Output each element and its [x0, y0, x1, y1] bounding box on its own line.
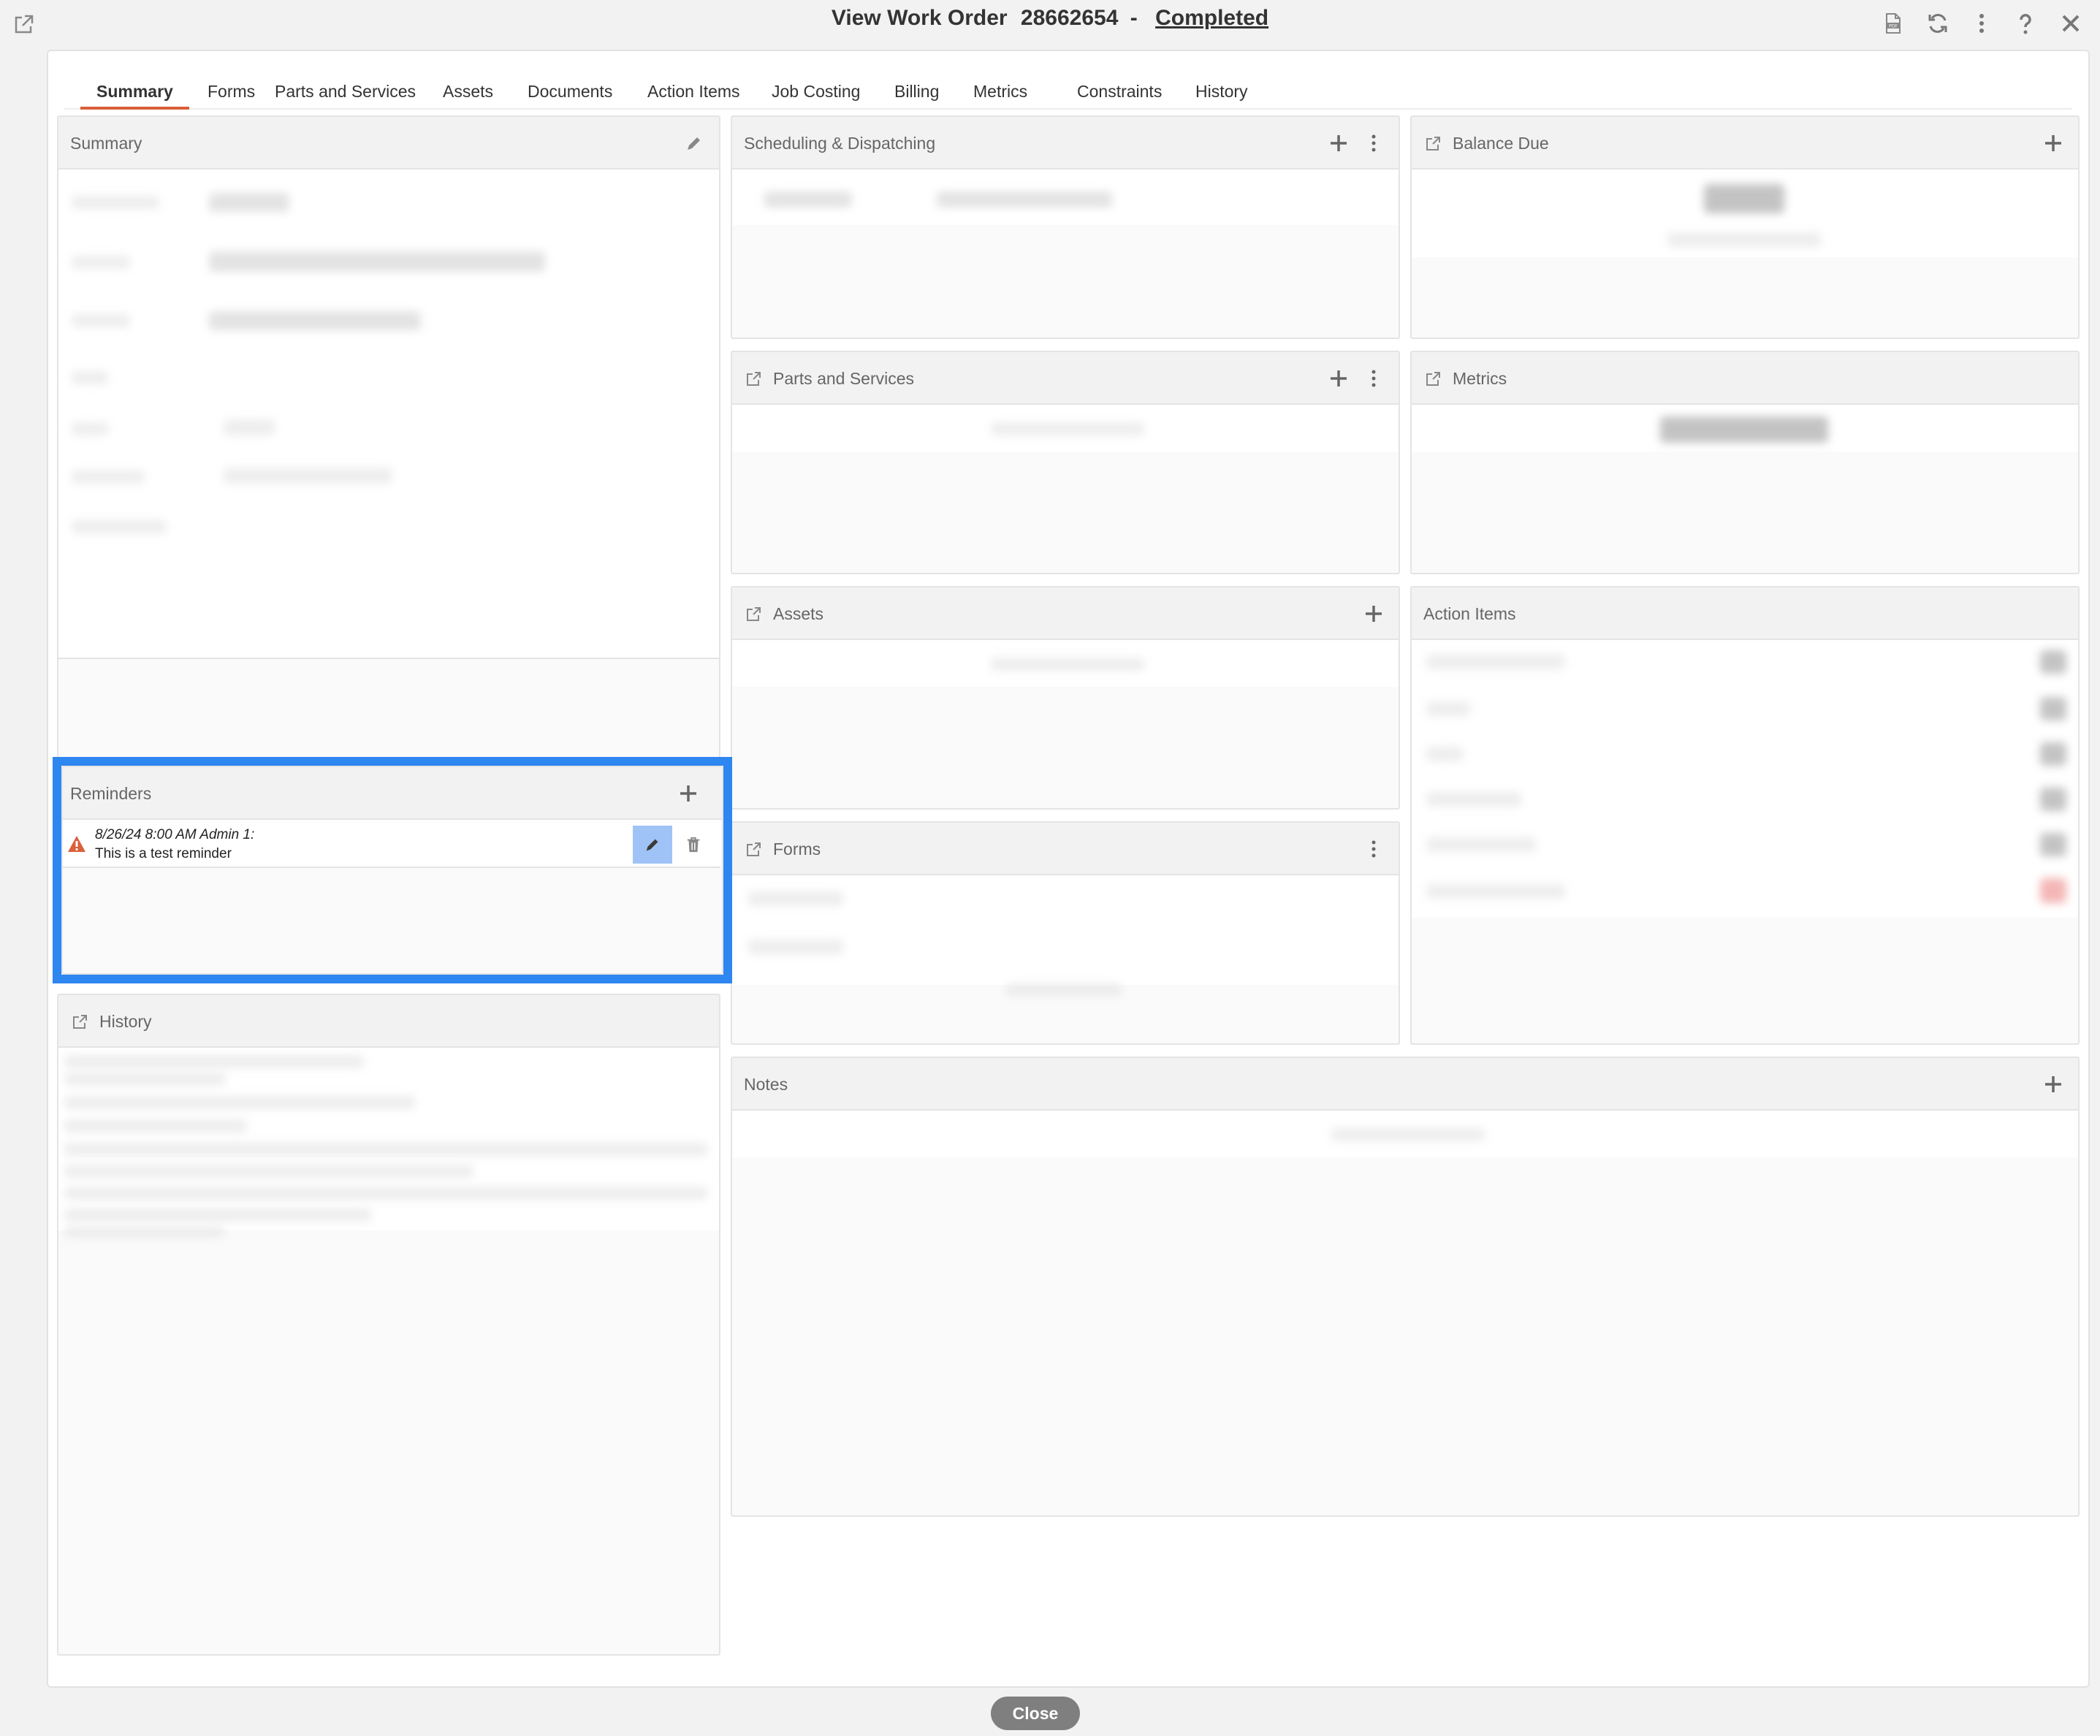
summary-panel: Summary — [57, 115, 720, 758]
order-number: 28662654 — [1020, 6, 1119, 30]
action-items-panel: Action Items — [1410, 586, 2080, 1045]
more-options-icon[interactable] — [1361, 365, 1387, 392]
tab-constraints[interactable]: Constraints — [1077, 67, 1162, 110]
add-icon[interactable] — [1361, 601, 1387, 627]
reminders-highlight-box — [53, 757, 732, 983]
scheduling-panel: Scheduling & Dispatching — [731, 115, 1400, 339]
close-icon[interactable] — [2058, 10, 2084, 37]
scheduling-row — [732, 170, 1399, 225]
pencil-icon[interactable] — [681, 130, 707, 156]
refresh-icon[interactable] — [1925, 10, 1951, 37]
scheduling-panel-title: Scheduling & Dispatching — [744, 134, 936, 153]
parts-services-panel-title: Parts and Services — [773, 369, 915, 388]
tab-forms[interactable]: Forms — [208, 67, 255, 110]
parts-services-panel: Parts and Services — [731, 351, 1400, 574]
order-status-link[interactable]: Completed — [1155, 6, 1268, 30]
tab-history[interactable]: History — [1195, 67, 1248, 110]
assets-panel: Assets — [731, 586, 1400, 810]
history-entries — [58, 1048, 719, 1238]
popout-icon[interactable] — [1425, 136, 1441, 152]
action-items-panel-title: Action Items — [1423, 604, 1516, 623]
add-icon[interactable] — [1325, 365, 1352, 392]
pdf-icon[interactable]: PDF — [1879, 10, 1906, 37]
forms-list — [732, 875, 1399, 997]
tab-bar: Summary Forms Parts and Services Assets … — [64, 67, 2072, 110]
metrics-panel-title: Metrics — [1453, 369, 1507, 388]
history-panel-header: History — [58, 995, 719, 1048]
window-header: View Work Order 28662654 - Completed PDF — [0, 0, 2100, 48]
tab-assets[interactable]: Assets — [443, 67, 493, 110]
assets-body — [732, 640, 1399, 687]
popout-icon[interactable] — [1425, 371, 1441, 387]
add-icon[interactable] — [2040, 130, 2066, 156]
tab-documents[interactable]: Documents — [528, 67, 612, 110]
title-prefix: View Work Order — [831, 6, 1008, 30]
metrics-panel: Metrics — [1410, 351, 2080, 574]
forms-panel-header: Forms — [732, 823, 1399, 875]
popout-icon[interactable] — [72, 1014, 88, 1030]
popout-icon[interactable] — [745, 842, 761, 858]
balance-due-body — [1412, 170, 2078, 257]
forms-panel-title: Forms — [773, 840, 821, 859]
action-items-panel-header: Action Items — [1412, 587, 2078, 640]
tab-summary[interactable]: Summary — [80, 67, 189, 110]
notes-panel-title: Notes — [744, 1075, 788, 1094]
parts-services-panel-header: Parts and Services — [732, 352, 1399, 405]
notes-body — [732, 1111, 2078, 1157]
summary-panel-header: Summary — [58, 117, 719, 170]
parts-services-body — [732, 405, 1399, 452]
title-separator: - — [1130, 6, 1138, 30]
forms-panel: Forms — [731, 821, 1400, 1045]
assets-panel-header: Assets — [732, 587, 1399, 640]
balance-due-panel: Balance Due — [1410, 115, 2080, 339]
more-options-icon[interactable] — [1361, 130, 1387, 156]
balance-due-panel-header: Balance Due — [1412, 117, 2078, 170]
tab-parts-and-services[interactable]: Parts and Services — [275, 67, 416, 110]
metrics-body — [1412, 405, 2078, 452]
summary-panel-title: Summary — [70, 134, 142, 153]
more-options-icon[interactable] — [1968, 10, 1995, 37]
action-items-list — [1412, 640, 2078, 918]
close-button[interactable]: Close — [991, 1697, 1080, 1730]
add-icon[interactable] — [2040, 1071, 2066, 1097]
page-title: View Work Order 28662654 - Completed — [0, 6, 2100, 31]
history-panel: History — [57, 994, 720, 1656]
popout-icon[interactable] — [745, 606, 761, 623]
metrics-panel-header: Metrics — [1412, 352, 2078, 405]
assets-panel-title: Assets — [773, 604, 824, 623]
tab-job-costing[interactable]: Job Costing — [772, 67, 860, 110]
tab-billing[interactable]: Billing — [894, 67, 939, 110]
scheduling-panel-header: Scheduling & Dispatching — [732, 117, 1399, 170]
tab-metrics[interactable]: Metrics — [973, 67, 1027, 110]
notes-panel: Notes — [731, 1057, 2080, 1517]
balance-due-panel-title: Balance Due — [1453, 134, 1549, 153]
add-icon[interactable] — [1325, 130, 1352, 156]
more-options-icon[interactable] — [1361, 836, 1387, 862]
popout-icon[interactable] — [745, 371, 761, 387]
help-icon[interactable] — [2012, 10, 2039, 37]
tab-action-items[interactable]: Action Items — [647, 67, 740, 110]
history-panel-title: History — [99, 1012, 152, 1031]
summary-field-list — [58, 170, 719, 659]
svg-text:PDF: PDF — [1889, 24, 1898, 29]
notes-panel-header: Notes — [732, 1058, 2078, 1111]
